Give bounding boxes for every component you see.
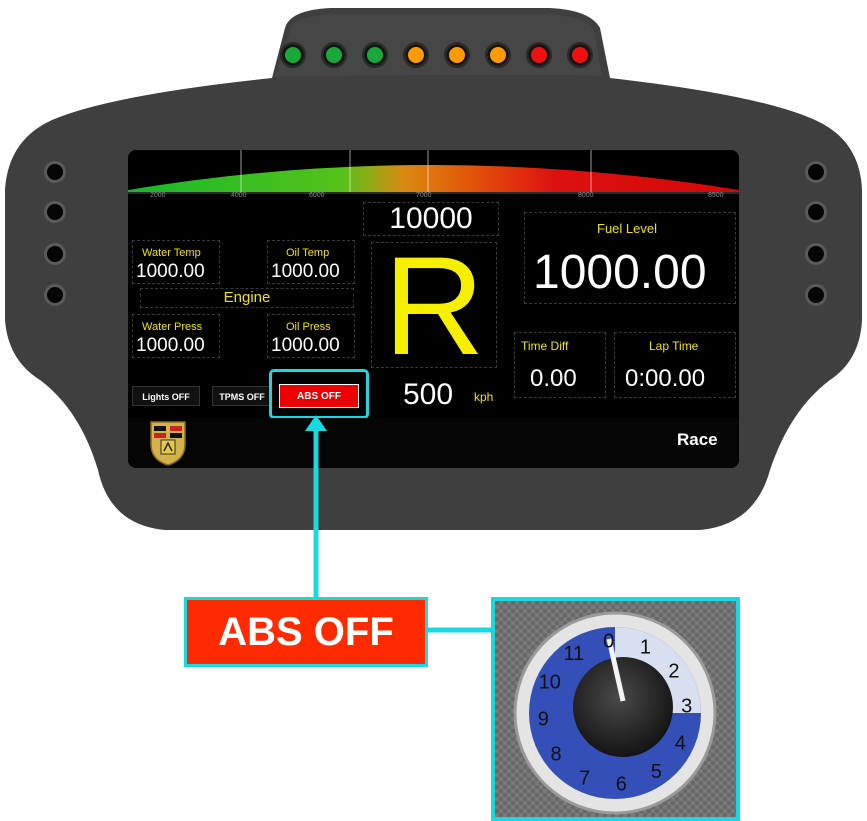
dial-number: 1 (640, 637, 651, 659)
dial-number: 2 (668, 661, 679, 683)
abs-knob-photo: 0 1 2 3 4 5 6 7 8 9 10 11 (491, 597, 740, 821)
dial-number: 10 (539, 672, 561, 694)
dial-number: 5 (651, 761, 662, 783)
dial-number: 0 (603, 630, 614, 652)
dial-number: 7 (579, 767, 590, 789)
dial-number: 4 (675, 732, 686, 754)
dial-number: 6 (616, 774, 627, 796)
dial-number: 11 (563, 643, 584, 665)
abs-callout-label: ABS OFF (184, 597, 428, 667)
dial-number: 8 (550, 743, 561, 765)
dial-number: 9 (538, 708, 549, 730)
abs-rotary-knob: 0 1234567891011 (495, 601, 736, 817)
dial-number: 3 (681, 696, 692, 718)
